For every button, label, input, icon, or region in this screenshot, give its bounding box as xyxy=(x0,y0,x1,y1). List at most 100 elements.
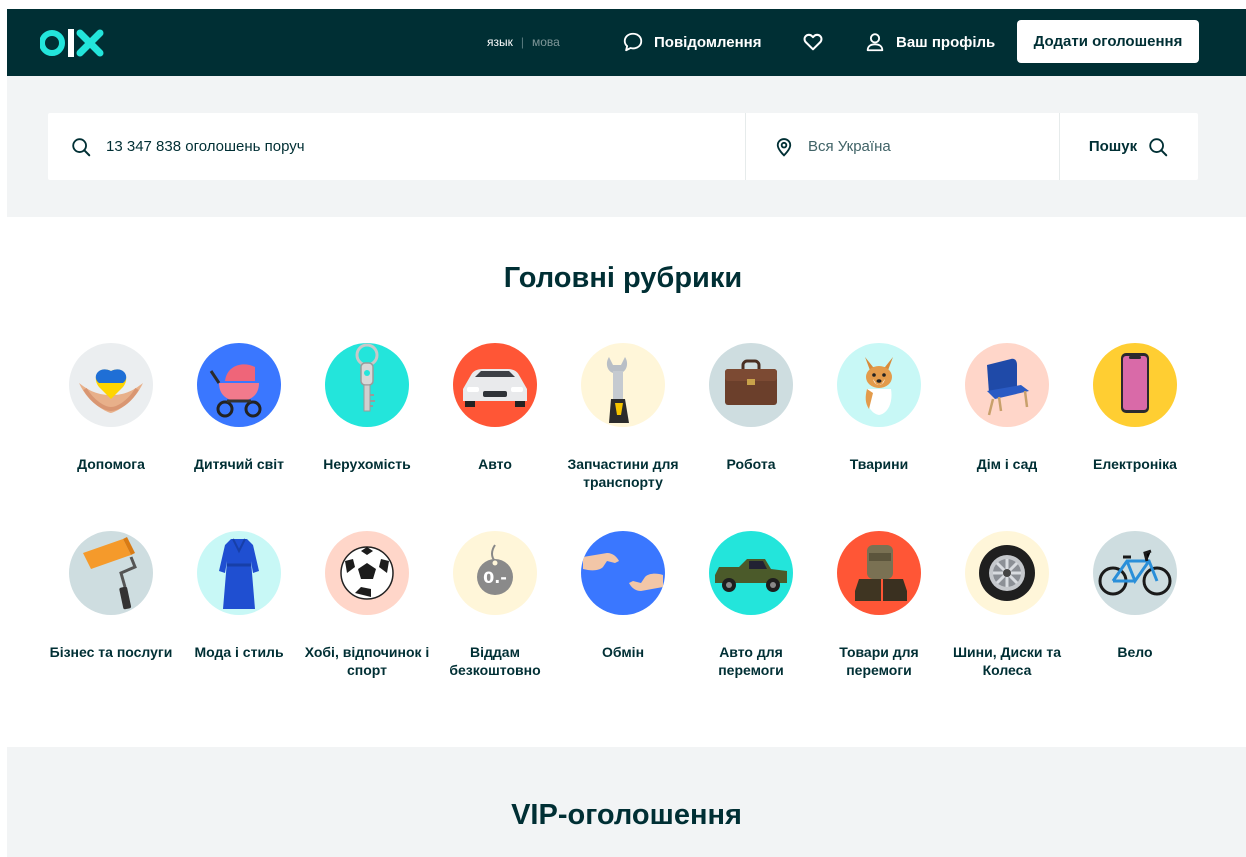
categories-row-1: Допомога Дитячий світ Нерухомість Авто З… xyxy=(48,343,1198,491)
category-label: Шини, Диски та Колеса xyxy=(952,644,1062,678)
location-value: Вся Україна xyxy=(808,138,891,155)
category-help[interactable]: Допомога xyxy=(48,343,174,491)
exchange-hands-icon xyxy=(583,553,663,591)
category-circle xyxy=(325,531,409,615)
free-tag-icon: 0.- xyxy=(477,544,513,595)
search-section: Вся Україна Пошук xyxy=(7,76,1246,217)
user-icon xyxy=(866,33,884,52)
category-label: Віддам безкоштовно xyxy=(449,644,541,678)
language-switcher: язык | мова xyxy=(487,35,560,49)
favorites-button[interactable] xyxy=(802,31,824,53)
category-label: Вело xyxy=(1117,644,1153,660)
pickup-truck-icon xyxy=(715,559,787,592)
category-label: Допомога xyxy=(77,456,145,472)
category-give-free[interactable]: 0.- Віддам безкоштовно xyxy=(432,531,558,679)
page: язык | мова Повідомлення Ваш профіль Дод… xyxy=(0,0,1246,857)
paint-roller-icon xyxy=(83,537,137,610)
military-gear-icon xyxy=(855,545,907,601)
category-electronics[interactable]: Електроніка xyxy=(1072,343,1198,491)
category-label: Хобі, відпочинок і спорт xyxy=(304,644,430,678)
category-label: Товари для перемоги xyxy=(839,644,919,678)
top-header: язык | мова Повідомлення Ваш профіль Дод… xyxy=(7,9,1246,76)
category-spare-parts[interactable]: Запчастини для транспорту xyxy=(560,343,686,491)
category-exchange[interactable]: Обмін xyxy=(560,531,686,679)
messages-link[interactable]: Повідомлення xyxy=(622,31,761,53)
category-label: Обмін xyxy=(601,644,645,660)
helping-hands-icon xyxy=(79,369,143,413)
category-circle xyxy=(197,531,281,615)
location-pin-icon xyxy=(776,137,792,157)
profile-link[interactable]: Ваш профіль xyxy=(864,31,995,53)
search-input[interactable] xyxy=(106,138,666,155)
category-business[interactable]: Бізнес та послуги xyxy=(48,531,174,679)
category-circle xyxy=(709,343,793,427)
category-circle xyxy=(325,343,409,427)
search-bar: Вся Україна Пошук xyxy=(48,113,1198,180)
baby-stroller-icon xyxy=(209,364,262,418)
category-label: Тварини xyxy=(849,456,909,472)
messages-label: Повідомлення xyxy=(654,33,762,51)
category-circle xyxy=(965,531,1049,615)
category-label: Бізнес та послуги xyxy=(49,644,173,660)
category-circle xyxy=(837,343,921,427)
category-label: Дім і сад xyxy=(976,456,1038,472)
category-animals[interactable]: Тварини xyxy=(816,343,942,491)
search-query-field xyxy=(48,113,746,180)
armchair-icon xyxy=(987,358,1029,416)
main-categories-title: Головні рубрики xyxy=(503,262,743,294)
category-label: Авто xyxy=(478,456,512,472)
category-fashion[interactable]: Мода і стиль xyxy=(176,531,302,679)
lang-separator: | xyxy=(520,35,524,49)
category-label: Мода і стиль xyxy=(194,644,284,660)
wheel-icon xyxy=(979,545,1035,601)
smartphone-icon xyxy=(1121,353,1149,413)
car-icon xyxy=(463,369,527,407)
add-ad-button[interactable]: Додати оголошення xyxy=(1017,20,1199,63)
key-icon xyxy=(355,343,379,412)
category-bicycles[interactable]: Вело xyxy=(1072,531,1198,679)
vip-section: VIP-оголошення xyxy=(7,747,1246,857)
vip-title: VIP-оголошення xyxy=(511,799,742,831)
category-kids[interactable]: Дитячий світ xyxy=(176,343,302,491)
profile-label: Ваш профіль xyxy=(896,33,996,51)
search-icon xyxy=(72,137,91,156)
bicycle-icon xyxy=(1098,549,1172,596)
soccer-ball-icon xyxy=(340,546,394,600)
category-label: Запчастини для транспорту xyxy=(567,456,679,490)
category-hobby-sport[interactable]: Хобі, відпочинок і спорт xyxy=(304,531,430,679)
lang-ru-link[interactable]: язык xyxy=(487,35,513,49)
category-auto[interactable]: Авто xyxy=(432,343,558,491)
category-circle xyxy=(69,531,153,615)
svg-text:0.-: 0.- xyxy=(483,568,507,587)
wrench-icon xyxy=(606,357,629,423)
category-tires-wheels[interactable]: Шини, Диски та Колеса xyxy=(944,531,1070,679)
category-auto-victory[interactable]: Авто для перемоги xyxy=(688,531,814,679)
category-label: Робота xyxy=(726,456,776,472)
briefcase-icon xyxy=(725,359,777,405)
search-button[interactable]: Пошук xyxy=(1060,113,1198,180)
category-circle: 0.- xyxy=(453,531,537,615)
category-circle xyxy=(1093,343,1177,427)
category-real-estate[interactable]: Нерухомість xyxy=(304,343,430,491)
category-goods-victory[interactable]: Товари для перемоги xyxy=(816,531,942,679)
categories-grid: Допомога Дитячий світ Нерухомість Авто З… xyxy=(48,343,1198,679)
category-circle xyxy=(581,531,665,615)
heart-icon xyxy=(803,33,823,51)
dog-icon xyxy=(865,357,893,415)
category-home-garden[interactable]: Дім і сад xyxy=(944,343,1070,491)
category-circle xyxy=(837,531,921,615)
olx-logo[interactable] xyxy=(40,27,110,59)
location-field[interactable]: Вся Україна xyxy=(746,113,1060,180)
category-circle xyxy=(69,343,153,427)
search-button-icon xyxy=(1149,137,1168,156)
category-label: Дитячий світ xyxy=(194,456,284,472)
category-circle xyxy=(197,343,281,427)
category-work[interactable]: Робота xyxy=(688,343,814,491)
category-circle xyxy=(581,343,665,427)
category-circle xyxy=(1093,531,1177,615)
category-label: Електроніка xyxy=(1093,456,1177,472)
chat-bubble-icon xyxy=(623,32,643,52)
category-circle xyxy=(709,531,793,615)
lang-ua-link[interactable]: мова xyxy=(532,35,560,49)
categories-row-2: Бізнес та послуги Мода і стиль Хобі, від… xyxy=(48,531,1198,679)
